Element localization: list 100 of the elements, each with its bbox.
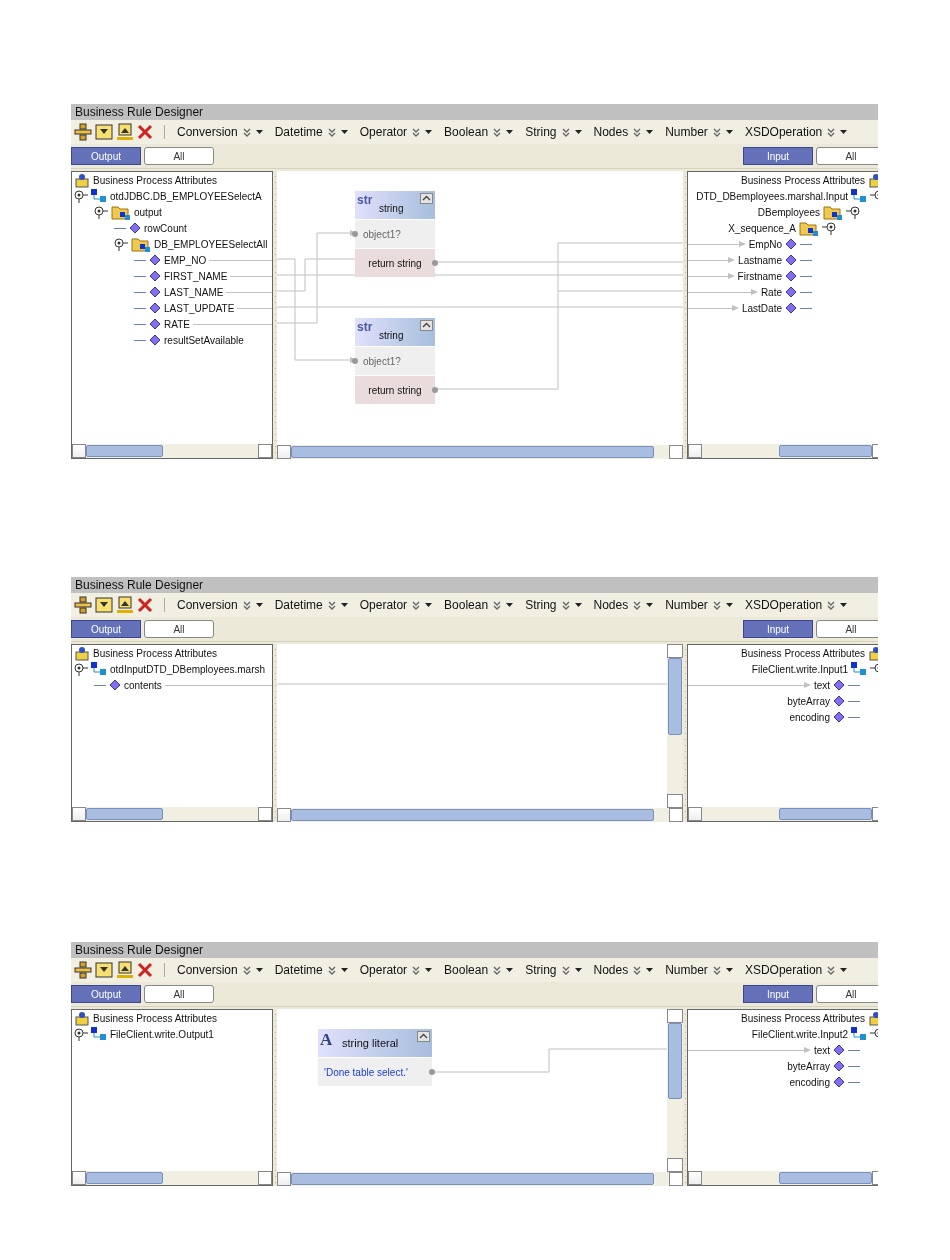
tree-item[interactable]: encoding	[789, 711, 830, 723]
menu-button[interactable]: String	[522, 963, 585, 977]
menu-button[interactable]: Datetime	[271, 125, 351, 139]
tree-item[interactable]: output	[134, 206, 162, 218]
collapse-icon[interactable]	[420, 193, 433, 204]
menu-button[interactable]: Boolean	[441, 963, 517, 977]
scrollbar[interactable]	[277, 1172, 683, 1186]
port-dot[interactable]	[352, 358, 358, 364]
menu-button[interactable]: Operator	[356, 598, 436, 612]
scrollbar[interactable]	[688, 807, 878, 821]
tree-item[interactable]: LAST_UPDATE	[164, 302, 235, 314]
menu-button[interactable]: Boolean	[441, 125, 517, 139]
delete-icon[interactable]	[137, 962, 153, 978]
scrollbar[interactable]	[277, 445, 683, 459]
scrollbar[interactable]	[72, 444, 272, 458]
port-dot[interactable]	[432, 260, 438, 266]
menu-button[interactable]: Number	[662, 598, 736, 612]
menu-button[interactable]: Number	[662, 963, 736, 977]
toggle-icon[interactable]	[822, 221, 836, 235]
tree-icon[interactable]	[74, 961, 92, 979]
tab[interactable]: All	[144, 985, 214, 1003]
tab[interactable]: All	[144, 620, 214, 638]
menu-button[interactable]: Nodes	[590, 125, 657, 139]
tree-item[interactable]: DBemployees	[757, 206, 820, 218]
toggle-icon[interactable]	[114, 237, 128, 251]
tree-item[interactable]: Rate	[760, 286, 782, 298]
tree-item[interactable]: contents	[124, 679, 162, 691]
collapse-icon[interactable]	[417, 1031, 430, 1042]
menu-button[interactable]: String	[522, 125, 585, 139]
tab[interactable]: Output	[71, 985, 141, 1003]
toggle-icon[interactable]	[94, 205, 108, 219]
tree-item[interactable]: DTD_DBemployees.marshal.Input	[696, 190, 848, 202]
tree-item[interactable]: text	[813, 1044, 830, 1056]
menu-button[interactable]: XSDOperation	[741, 963, 851, 977]
tree-item[interactable]: byteArray	[787, 1060, 830, 1072]
tree-item[interactable]: otdJDBC.DB_EMPLOYEESelectA	[110, 190, 262, 202]
tab[interactable]: All	[816, 985, 878, 1003]
tree-item[interactable]: DB_EMPLOYEESelectAll	[154, 238, 268, 250]
tree-item[interactable]: FileClient.write.Input2	[751, 1028, 848, 1040]
port-dot[interactable]	[352, 231, 358, 237]
delete-icon[interactable]	[137, 124, 153, 140]
tab[interactable]: Input	[743, 985, 813, 1003]
menu-button[interactable]: XSDOperation	[741, 125, 851, 139]
scrollbar[interactable]	[688, 444, 878, 458]
tree-item[interactable]: byteArray	[787, 695, 830, 707]
tree-icon[interactable]	[74, 596, 92, 614]
toggle-icon[interactable]	[74, 662, 88, 676]
menu-button[interactable]: Number	[662, 125, 736, 139]
toggle-icon[interactable]	[74, 189, 88, 203]
menu-button[interactable]: Nodes	[590, 963, 657, 977]
menu-button[interactable]: Boolean	[441, 598, 517, 612]
tree-item[interactable]: otdInputDTD_DBemployees.marsh	[110, 663, 266, 675]
scrollbar[interactable]	[72, 1171, 272, 1185]
tree-item[interactable]: LAST_NAME	[164, 286, 224, 298]
menu-button[interactable]: Nodes	[590, 598, 657, 612]
box-up-arrow-icon[interactable]	[116, 961, 134, 979]
menu-button[interactable]: Datetime	[271, 598, 351, 612]
function-block[interactable]: A string literal 'Done table select.'	[318, 1029, 432, 1086]
box-up-arrow-icon[interactable]	[116, 123, 134, 141]
scrollbar[interactable]	[667, 644, 683, 808]
tree-item[interactable]: Firstname	[737, 270, 782, 282]
menu-button[interactable]: Conversion	[174, 125, 266, 139]
menu-button[interactable]: Operator	[356, 125, 436, 139]
tree-item[interactable]: EmpNo	[748, 238, 782, 250]
scrollbar[interactable]	[667, 1009, 683, 1172]
tree-item[interactable]: X_sequence_A	[728, 222, 796, 234]
box-up-arrow-icon[interactable]	[116, 596, 134, 614]
function-block[interactable]: str string object1? return string	[355, 191, 435, 277]
tree-item[interactable]: FileClient.write.Input1	[751, 663, 848, 675]
tree-item[interactable]: LastDate	[741, 302, 782, 314]
tab[interactable]: Input	[743, 147, 813, 165]
tree-item[interactable]: encoding	[789, 1076, 830, 1088]
toggle-icon[interactable]	[74, 1027, 88, 1041]
function-block[interactable]: str string object1? return string	[355, 318, 435, 404]
tree-item[interactable]: FIRST_NAME	[164, 270, 228, 282]
menu-button[interactable]: Conversion	[174, 598, 266, 612]
port-dot[interactable]	[429, 1069, 435, 1075]
scrollbar[interactable]	[277, 808, 683, 822]
tree-item[interactable]: Lastname	[738, 254, 782, 266]
tree-item[interactable]: FileClient.write.Output1	[110, 1028, 214, 1040]
tab[interactable]: All	[816, 147, 878, 165]
tree-item[interactable]: text	[813, 679, 830, 691]
toggle-icon[interactable]	[846, 205, 860, 219]
tree-item[interactable]: rowCount	[144, 222, 187, 234]
tab[interactable]: Output	[71, 620, 141, 638]
menu-button[interactable]: String	[522, 598, 585, 612]
tree-item[interactable]: RATE	[164, 318, 190, 330]
tab[interactable]: All	[144, 147, 214, 165]
tab[interactable]: Input	[743, 620, 813, 638]
menu-button[interactable]: Conversion	[174, 963, 266, 977]
menu-button[interactable]: XSDOperation	[741, 598, 851, 612]
delete-icon[interactable]	[137, 597, 153, 613]
menu-button[interactable]: Datetime	[271, 963, 351, 977]
tree-icon[interactable]	[74, 123, 92, 141]
collapse-icon[interactable]	[420, 320, 433, 331]
scrollbar[interactable]	[688, 1171, 878, 1185]
tab[interactable]: All	[816, 620, 878, 638]
tree-item[interactable]: EMP_NO	[164, 254, 207, 266]
menu-button[interactable]: Operator	[356, 963, 436, 977]
tree-item[interactable]: resultSetAvailable	[164, 334, 244, 346]
